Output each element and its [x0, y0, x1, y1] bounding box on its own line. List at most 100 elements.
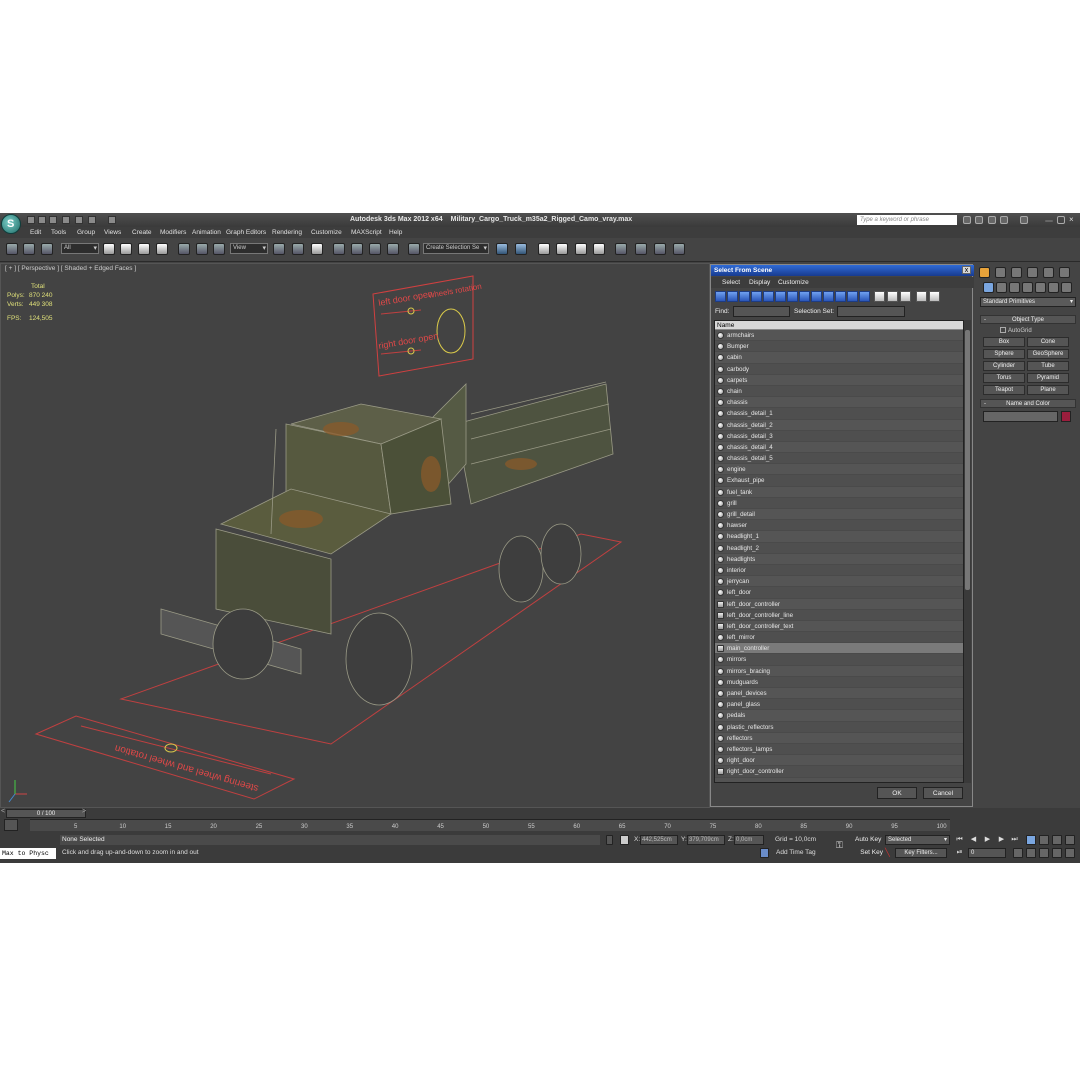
space-warps-icon[interactable]	[1048, 282, 1059, 293]
zoom-icon[interactable]	[1026, 835, 1036, 845]
z-coordinate-field[interactable]: 0,0cm	[734, 835, 764, 845]
list-item[interactable]: Bumper	[715, 341, 963, 353]
display-cameras-icon[interactable]	[751, 291, 762, 302]
create-tab-icon[interactable]	[979, 267, 990, 278]
list-item[interactable]: chassis_detail_4	[715, 441, 963, 454]
auto-key-button[interactable]: Auto Key	[855, 835, 883, 845]
menu-graph-editors[interactable]: Graph Editors	[226, 229, 266, 236]
set-key-button[interactable]: Set Key	[855, 848, 883, 858]
field-of-view-icon[interactable]	[1026, 848, 1036, 858]
pivot-center-icon[interactable]	[273, 243, 285, 255]
list-item[interactable]: mudguards	[715, 676, 963, 688]
render-production-icon[interactable]	[673, 243, 685, 255]
primitive-category-dropdown[interactable]: Standard Primitives	[980, 297, 1076, 307]
list-scrollbar[interactable]	[964, 320, 971, 783]
utilities-tab-icon[interactable]	[1059, 267, 1070, 278]
plane-button[interactable]: Plane	[1027, 385, 1069, 395]
list-item[interactable]: left_door_controller_line	[715, 609, 963, 621]
menu-customize[interactable]: Customize	[311, 229, 342, 236]
save-icon[interactable]	[49, 216, 57, 224]
absolute-mode-icon[interactable]	[620, 835, 629, 845]
material-editor-icon[interactable]	[615, 243, 627, 255]
shapes-icon[interactable]	[996, 282, 1007, 293]
select-manipulate-icon[interactable]	[292, 243, 304, 255]
reference-coordinate-dropdown[interactable]: View	[230, 243, 268, 254]
perspective-viewport[interactable]: left door open wheels rotation right doo…	[0, 263, 710, 808]
list-item[interactable]: panel_glass	[715, 699, 963, 711]
select-all-icon[interactable]	[874, 291, 885, 302]
maxscript-listener-input[interactable]: Max to Physc	[0, 848, 56, 859]
find-input[interactable]	[733, 306, 790, 317]
dialog-title[interactable]: Select From Scene	[711, 265, 974, 276]
render-setup-icon[interactable]	[635, 243, 647, 255]
list-item[interactable]: chassis_detail_2	[715, 419, 963, 431]
list-item[interactable]: headlight_1	[715, 531, 963, 543]
select-object-icon[interactable]	[103, 243, 115, 255]
go-to-start-icon[interactable]: ⏮	[955, 835, 964, 844]
pyramid-button[interactable]: Pyramid	[1027, 373, 1069, 383]
previous-frame-icon[interactable]: ◀	[969, 835, 978, 844]
list-item[interactable]: headlight_2	[715, 542, 963, 554]
menu-animation[interactable]: Animation	[192, 229, 221, 236]
x-coordinate-field[interactable]: 442,525cm	[640, 835, 678, 845]
list-item[interactable]: left_door_controller_text	[715, 620, 963, 633]
object-type-rollout[interactable]: Object Type	[980, 315, 1076, 324]
motion-tab-icon[interactable]	[1027, 267, 1038, 278]
menu-help[interactable]: Help	[389, 229, 402, 236]
cancel-button[interactable]: Cancel	[923, 787, 963, 799]
list-item[interactable]: pedals	[715, 710, 963, 722]
layer-manager-icon[interactable]	[538, 243, 550, 255]
list-item[interactable]: carpets	[715, 374, 963, 386]
box-button[interactable]: Box	[983, 337, 1025, 347]
menu-edit[interactable]: Edit	[30, 229, 41, 236]
display-lights-icon[interactable]	[739, 291, 750, 302]
list-item[interactable]: mirrors_bracing	[715, 665, 963, 677]
autogrid-checkbox[interactable]: AutoGrid	[1000, 327, 1032, 334]
move-icon[interactable]	[178, 243, 190, 255]
next-frame-icon[interactable]: ▶	[997, 835, 1006, 844]
list-item[interactable]: hawser	[715, 520, 963, 532]
align-icon[interactable]	[515, 243, 527, 255]
dialog-menu-select[interactable]: Select	[722, 279, 740, 286]
edit-named-selection-icon[interactable]	[408, 243, 420, 255]
list-item[interactable]: main_controller	[715, 643, 963, 655]
rotate-icon[interactable]	[196, 243, 208, 255]
menu-create[interactable]: Create	[132, 229, 152, 236]
time-config-icon[interactable]	[1013, 848, 1023, 858]
add-time-tag-button[interactable]: Add Time Tag	[776, 849, 816, 856]
maximize-viewport-icon[interactable]	[1065, 848, 1075, 858]
tube-button[interactable]: Tube	[1027, 361, 1069, 371]
hierarchy-tab-icon[interactable]	[1011, 267, 1022, 278]
autogrid-box[interactable]	[1000, 327, 1006, 333]
lock-selection-icon[interactable]	[606, 835, 613, 845]
favorites-icon[interactable]	[1000, 216, 1008, 224]
zoom-extents-icon[interactable]	[1052, 835, 1062, 845]
minimize-icon[interactable]	[1045, 220, 1053, 222]
object-name-input[interactable]	[983, 411, 1058, 422]
play-icon[interactable]: ▶	[983, 835, 992, 844]
list-item[interactable]: engine	[715, 464, 963, 476]
teapot-button[interactable]: Teapot	[983, 385, 1025, 395]
angle-snap-icon[interactable]	[351, 243, 363, 255]
name-column-header[interactable]: Name	[715, 321, 963, 330]
schematic-view-icon[interactable]	[593, 243, 605, 255]
torus-button[interactable]: Torus	[983, 373, 1025, 383]
list-item[interactable]: left_mirror	[715, 632, 963, 644]
filter-options-icon[interactable]	[929, 291, 940, 302]
list-item[interactable]: right_door_controller	[715, 766, 963, 778]
menu-maxscript[interactable]: MAXScript	[351, 229, 382, 236]
display-frozen-icon[interactable]	[835, 291, 846, 302]
cameras-icon[interactable]	[1022, 282, 1033, 293]
list-item[interactable]: chassis_detail_5	[715, 453, 963, 465]
selection-set-dropdown[interactable]	[837, 306, 905, 317]
list-item[interactable]: fuel_tank	[715, 486, 963, 498]
snaps-toggle-icon[interactable]	[333, 243, 345, 255]
list-item[interactable]: chain	[715, 385, 963, 398]
y-coordinate-field[interactable]: 379,709cm	[687, 835, 725, 845]
pan-icon[interactable]	[1039, 848, 1049, 858]
list-item[interactable]: grill_detail	[715, 509, 963, 521]
menu-views[interactable]: Views	[104, 229, 121, 236]
geosphere-button[interactable]: GeoSphere	[1027, 349, 1069, 359]
orbit-icon[interactable]	[1052, 848, 1062, 858]
menu-group[interactable]: Group	[77, 229, 95, 236]
